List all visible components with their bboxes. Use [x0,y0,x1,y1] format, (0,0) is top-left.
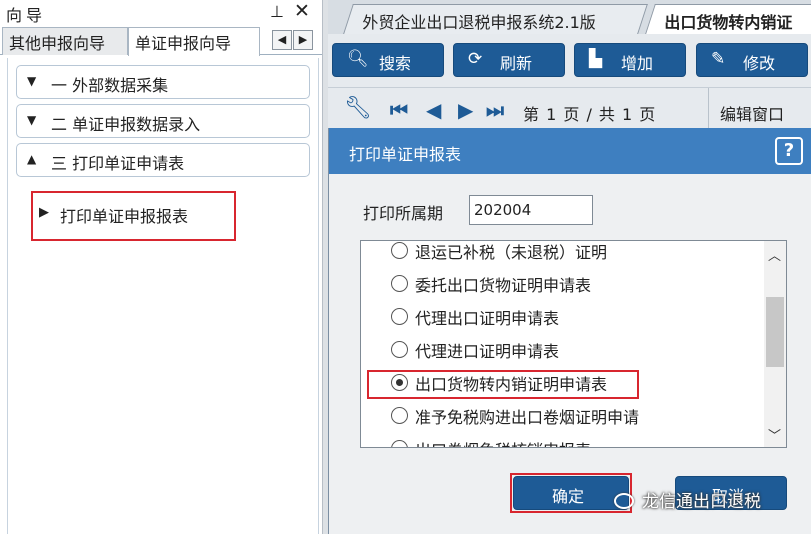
section-label: 二 单证申报数据录入 [51,115,201,134]
print-document-report-item[interactable]: ▶ 打印单证申报报表 [31,191,236,241]
pager: 🔧︎ ⏮ ◀ ▶ ⏭ 第 1 页 / 共 1 页 编辑窗口 [328,88,811,132]
list-item[interactable]: 退运已补税（未退税）证明 [361,241,757,267]
close-icon[interactable]: ✕ [294,0,310,22]
scroll-thumb[interactable] [766,297,784,367]
collapse-arrow-icon: ▼ [27,74,37,88]
print-dialog: 打印单证申报表 ? 打印所属期 退运已补税（未退税）证明 委托出口货物证明申请表… [328,128,811,534]
last-page-icon[interactable]: ⏭ [486,98,504,122]
section-label: 一 外部数据采集 [51,76,169,95]
tab-scroll-right-icon[interactable]: ▶ [293,30,313,50]
tab-scroll-left-icon[interactable]: ◀ [272,30,292,50]
selection-highlight-box [367,370,639,399]
radio-button[interactable] [391,275,408,292]
list-item[interactable]: 代理出口证明申请表 [361,300,757,333]
refresh-button[interactable]: ⟳ 刷新 [453,43,565,77]
add-button[interactable]: ▙ 增加 [574,43,686,77]
period-input[interactable] [469,195,593,225]
next-page-icon[interactable]: ▶ [458,98,473,122]
help-icon[interactable]: ? [775,137,803,165]
prev-page-icon[interactable]: ◀ [426,98,441,122]
section-label: 三 打印单证申请表 [51,154,185,173]
radio-button[interactable] [391,440,408,447]
edit-button[interactable]: ✎ 修改 [696,43,808,77]
expand-arrow-icon: ▲ [27,152,37,166]
list-scrollbar[interactable]: ︿ ﹀ [764,241,786,447]
divider [708,88,709,132]
list-item[interactable]: 代理进口证明申请表 [361,333,757,366]
wechat-icon [614,493,634,509]
leaf-label: 打印单证申报报表 [60,207,189,226]
dialog-titlebar: 打印单证申报表 ? [329,128,811,174]
form-type-list[interactable]: 退运已补税（未退税）证明 委托出口货物证明申请表 代理出口证明申请表 代理进口证… [360,240,787,448]
period-label: 打印所属期 [363,204,444,223]
page-info: 第 1 页 / 共 1 页 [523,105,657,124]
section-data-entry[interactable]: ▼ 二 单证申报数据录入 [16,104,310,138]
radio-button[interactable] [391,341,408,358]
wizard-steps: ▼ 一 外部数据采集 ▼ 二 单证申报数据录入 ▲ 三 打印单证申请表 ▶ 打印… [7,58,319,534]
radio-button[interactable] [391,407,408,424]
radio-button[interactable] [391,242,408,259]
watermark-text: 龙信通出口退税 [642,492,761,512]
edit-icon: ✎ [711,49,726,69]
tab-other-wizard[interactable]: 其他申报向导 [2,27,128,55]
wizard-pane: 向导 ⊥ ✕ 其他申报向导 单证申报向导 ◀ ▶ ▼ 一 外部数据采集 ▼ 二 … [0,0,322,534]
toolbar: 🔍︎ 搜索 ⟳ 刷新 ▙ 增加 ✎ 修改 [328,34,811,88]
tab-domestic-sale-cert[interactable]: 出口货物转内销证 [645,4,811,34]
document-tabs: 外贸企业出口退税申报系统2.1版 出口货物转内销证 [328,0,811,34]
collapse-arrow-icon: ▼ [27,113,37,127]
play-triangle-icon: ▶ [39,205,49,220]
pin-icon[interactable]: ⊥ [270,2,284,21]
radio-button[interactable] [391,308,408,325]
tab-main-system[interactable]: 外贸企业出口退税申报系统2.1版 [343,4,648,34]
refresh-icon: ⟳ [468,49,483,69]
list-item[interactable]: 委托出口货物证明申请表 [361,267,757,300]
wizard-tabs: 其他申报向导 单证申报向导 ◀ ▶ [0,27,322,56]
new-document-icon: ▙ [589,49,603,69]
wizard-titlebar: 向导 ⊥ ✕ [0,0,322,27]
section-external-data[interactable]: ▼ 一 外部数据采集 [16,65,310,99]
list-item[interactable]: 准予免税购进出口卷烟证明申请 [361,399,757,432]
scroll-up-icon[interactable]: ︿ [768,245,781,264]
watermark: 龙信通出口退税 [614,487,761,512]
search-icon: 🔍︎ [347,49,369,69]
edit-window-label: 编辑窗口 [720,105,785,124]
dialog-title: 打印单证申报表 [349,145,462,164]
search-button[interactable]: 🔍︎ 搜索 [332,43,444,77]
list-item[interactable]: 出口卷烟免税核销申报表 [361,432,757,447]
section-print-forms[interactable]: ▲ 三 打印单证申请表 [16,143,310,177]
first-page-icon[interactable]: ⏮ [390,98,408,122]
scroll-down-icon[interactable]: ﹀ [768,425,781,444]
tab-document-wizard[interactable]: 单证申报向导 [128,27,260,56]
wrench-icon[interactable]: 🔧︎ [344,96,372,121]
wizard-title: 向导 [6,6,47,25]
